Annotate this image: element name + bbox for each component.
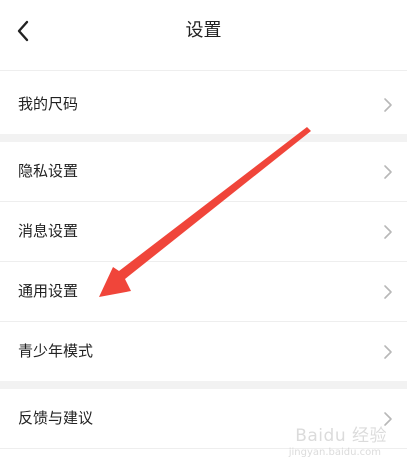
section-gap: [0, 381, 407, 389]
nav-header: 设置: [0, 0, 407, 71]
settings-item-messages[interactable]: 消息设置: [0, 202, 407, 261]
settings-item-label: 隐私设置: [18, 162, 79, 180]
chevron-right-icon: [384, 345, 392, 359]
settings-item-label: 通用设置: [18, 282, 79, 300]
settings-item-privacy[interactable]: 隐私设置: [0, 142, 407, 201]
settings-item-label: 消息设置: [18, 222, 79, 240]
watermark-logo: Baidu 经验: [295, 426, 387, 446]
settings-item-my-size[interactable]: 我的尺码: [0, 75, 407, 134]
chevron-right-icon: [384, 285, 392, 299]
chevron-right-icon: [384, 225, 392, 239]
page-title: 设置: [185, 20, 222, 41]
settings-item-label: 我的尺码: [18, 95, 79, 113]
settings-item-general[interactable]: 通用设置: [0, 262, 407, 321]
watermark-url: jingyan.baidu.com: [288, 447, 381, 458]
chevron-right-icon: [384, 165, 392, 179]
settings-item-label: 反馈与建议: [18, 409, 94, 427]
section-gap: [0, 134, 407, 142]
settings-item-label: 青少年模式: [18, 342, 94, 360]
settings-screen: 设置 我的尺码 隐私设置 消息设置 通用设置 青少年模式 反馈与建议 Baidu…: [0, 0, 407, 460]
chevron-right-icon: [384, 98, 392, 112]
settings-item-teen-mode[interactable]: 青少年模式: [0, 322, 407, 381]
